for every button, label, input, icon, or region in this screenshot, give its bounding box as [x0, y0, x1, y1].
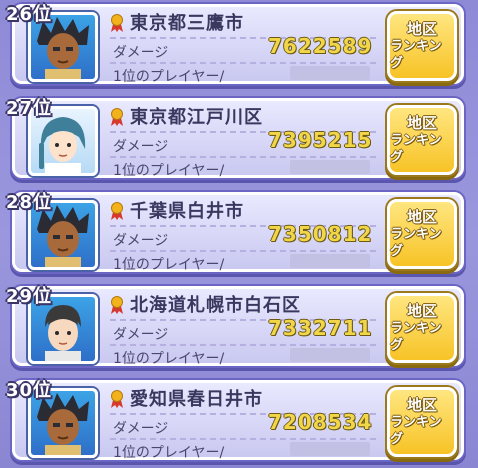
divider [110, 344, 376, 346]
region-name: 東京都三鷹市 [130, 13, 244, 34]
rank-label: 27位 [6, 98, 53, 119]
damage-label: ダメージ [113, 139, 169, 155]
ranking-row: 27位 東京都江戸川区 ダメージ 7395215 1位のプレイヤー/ 地区 ラン… [0, 94, 478, 182]
rank-label: 26位 [6, 4, 53, 25]
district-ranking-button-line1: 地区 [406, 207, 437, 226]
region-name: 千葉県白井市 [130, 201, 244, 222]
district-ranking-button-line1: 地区 [406, 19, 437, 38]
medal-icon [111, 202, 123, 220]
region-name: 愛知県春日井市 [130, 389, 263, 410]
top-player-name-redacted [290, 442, 370, 456]
top-player-name-redacted [290, 160, 370, 174]
region-name: 北海道札幌市白石区 [130, 295, 301, 316]
district-ranking-button[interactable]: 地区 ランキング [387, 11, 457, 81]
top-player-label: 1位のプレイヤー/ [113, 257, 225, 273]
divider [110, 156, 376, 158]
damage-value: 7622589 [268, 34, 373, 58]
divider [110, 250, 376, 252]
damage-value: 7350812 [268, 222, 373, 246]
district-ranking-button[interactable]: 地区 ランキング [387, 199, 457, 269]
district-ranking-button[interactable]: 地区 ランキング [387, 387, 457, 457]
district-ranking-button-line2: ランキング [390, 414, 442, 447]
damage-value: 7395215 [268, 128, 373, 152]
district-ranking-button-line2: ランキング [390, 38, 442, 71]
ranking-row: 26位 東京都三鷹市 ダメージ 7622589 1位のプレイヤー/ 地区 ランキ… [0, 0, 478, 88]
district-ranking-button-line2: ランキング [390, 132, 442, 165]
divider [110, 62, 376, 64]
ranking-row: 28位 千葉県白井市 ダメージ 7350812 1位のプレイヤー/ 地区 ランキ… [0, 188, 478, 276]
medal-icon [111, 14, 123, 32]
top-player-name-redacted [290, 254, 370, 268]
top-player-label: 1位のプレイヤー/ [113, 445, 225, 461]
rank-label: 30位 [6, 380, 53, 401]
damage-label: ダメージ [113, 327, 169, 343]
district-ranking-button[interactable]: 地区 ランキング [387, 293, 457, 363]
damage-label: ダメージ [113, 421, 169, 437]
medal-icon [111, 296, 123, 314]
damage-label: ダメージ [113, 45, 169, 61]
ranking-row: 29位 北海道札幌市白石区 ダメージ 7332711 1位のプレイヤー/ 地区 … [0, 282, 478, 370]
ranking-list: 26位 東京都三鷹市 ダメージ 7622589 1位のプレイヤー/ 地区 ランキ… [0, 0, 478, 468]
district-ranking-button-line1: 地区 [406, 301, 437, 320]
rank-label: 29位 [6, 286, 53, 307]
damage-value: 7332711 [268, 316, 373, 340]
district-ranking-button[interactable]: 地区 ランキング [387, 105, 457, 175]
rank-label: 28位 [6, 192, 53, 213]
top-player-name-redacted [290, 66, 370, 80]
damage-label: ダメージ [113, 233, 169, 249]
top-player-label: 1位のプレイヤー/ [113, 163, 225, 179]
region-name: 東京都江戸川区 [130, 107, 263, 128]
ranking-row: 30位 愛知県春日井市 ダメージ 7208534 1位のプレイヤー/ 地区 ラン… [0, 376, 478, 464]
district-ranking-button-line1: 地区 [406, 395, 437, 414]
medal-icon [111, 108, 123, 126]
district-ranking-button-line2: ランキング [390, 226, 442, 259]
medal-icon [111, 390, 123, 408]
top-player-label: 1位のプレイヤー/ [113, 351, 225, 367]
damage-value: 7208534 [268, 410, 373, 434]
district-ranking-button-line2: ランキング [390, 320, 442, 353]
top-player-name-redacted [290, 348, 370, 362]
top-player-label: 1位のプレイヤー/ [113, 69, 225, 85]
district-ranking-button-line1: 地区 [406, 113, 437, 132]
divider [110, 438, 376, 440]
